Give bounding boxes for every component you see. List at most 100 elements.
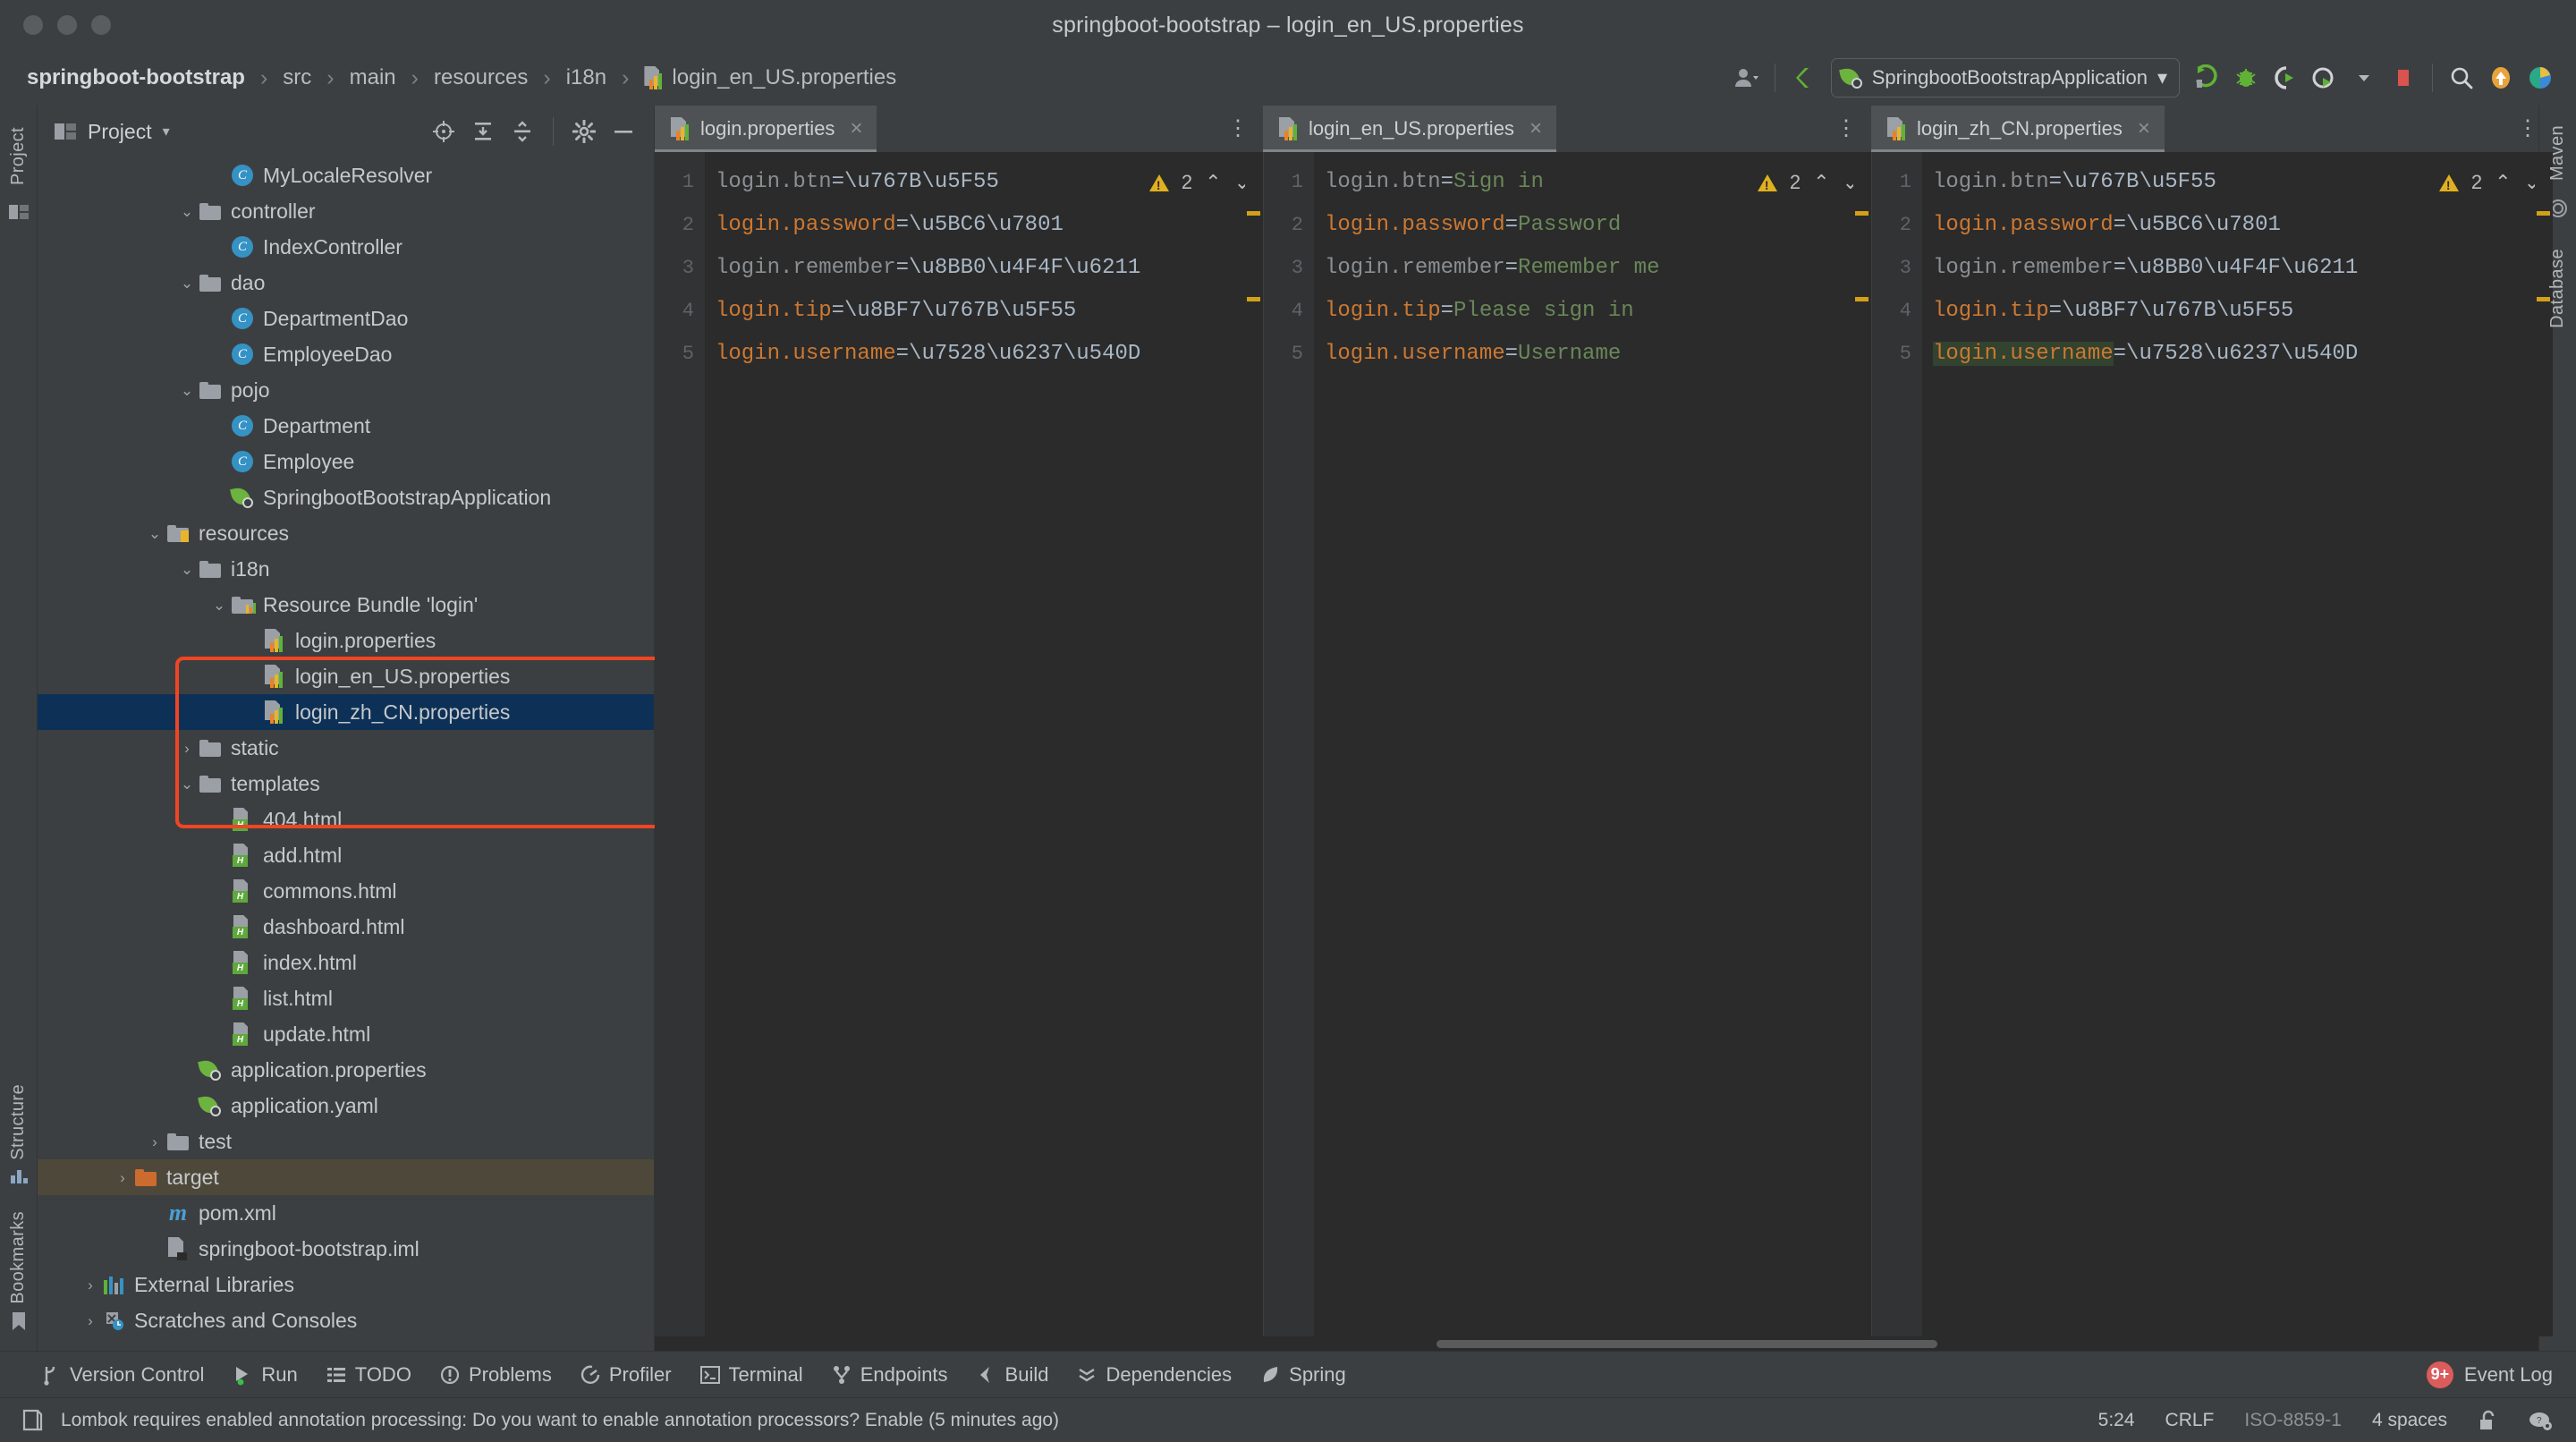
tree-row-department[interactable]: CDepartment: [38, 408, 654, 444]
tree-row-list-html[interactable]: Hlist.html: [38, 980, 654, 1016]
stop-icon[interactable]: [2384, 58, 2423, 98]
tree-row-springbootbootstrapapplication[interactable]: SpringbootBootstrapApplication: [38, 479, 654, 515]
close-icon[interactable]: ×: [850, 116, 862, 141]
tree-row-login-zh-cn-properties[interactable]: login_zh_CN.properties: [38, 694, 654, 730]
back-arrow-icon[interactable]: [1784, 58, 1824, 98]
chevron-down-icon[interactable]: ⌄: [175, 562, 199, 577]
code-line[interactable]: login.password=Password: [1325, 204, 1871, 247]
chevron-down-icon[interactable]: ⌄: [175, 383, 199, 398]
tree-row-mylocaleresolver[interactable]: CMyLocaleResolver: [38, 157, 654, 193]
help-cloud-icon[interactable]: ?: [2528, 1410, 2553, 1431]
editor-pane-3[interactable]: 12345login.btn=\u767B\u5F55login.passwor…: [1871, 152, 2553, 1336]
breadcrumb-item-file[interactable]: login_en_US.properties: [640, 65, 900, 90]
breadcrumb-item-i18n[interactable]: i18n: [563, 65, 610, 90]
user-account-icon[interactable]: [1726, 58, 1766, 98]
tree-row-employeedao[interactable]: CEmployeeDao: [38, 336, 654, 372]
tree-row-dashboard-html[interactable]: Hdashboard.html: [38, 909, 654, 945]
more-options-icon[interactable]: ⋮: [1227, 122, 1249, 137]
hide-panel-icon[interactable]: [606, 114, 641, 149]
chevron-right-icon[interactable]: ›: [79, 1313, 102, 1328]
breadcrumb-item-main[interactable]: main: [346, 65, 400, 90]
code-area-3[interactable]: 12345login.btn=\u767B\u5F55login.passwor…: [1872, 152, 2553, 1336]
tool-window-button-problems[interactable]: Problems: [426, 1356, 566, 1394]
coverage-icon[interactable]: [2266, 58, 2305, 98]
run-configuration-selector[interactable]: SpringbootBootstrapApplication ▾: [1831, 58, 2180, 98]
marker-stripe[interactable]: [1855, 297, 1868, 301]
breadcrumb[interactable]: springboot-bootstrap › src › main › reso…: [23, 65, 900, 91]
code-line[interactable]: login.tip=Please sign in: [1325, 290, 1871, 333]
marker-bar[interactable]: [1245, 152, 1263, 1336]
code-area-2[interactable]: 12345login.btn=Sign inlogin.password=Pas…: [1264, 152, 1871, 1336]
code-lines[interactable]: login.btn=\u767B\u5F55login.password=\u5…: [1922, 152, 2553, 1336]
marker-stripe[interactable]: [1247, 211, 1260, 216]
tool-window-button-spring[interactable]: Spring: [1246, 1356, 1360, 1394]
close-icon[interactable]: ×: [1530, 116, 1542, 141]
editor-pane-2[interactable]: 12345login.btn=Sign inlogin.password=Pas…: [1263, 152, 1871, 1336]
tree-row-target[interactable]: ›target: [38, 1159, 654, 1195]
rail-item-structure[interactable]: Structure: [8, 1084, 29, 1160]
tool-window-button-build[interactable]: Build: [962, 1356, 1063, 1394]
tree-row-scratches-and-consoles[interactable]: ›Scratches and Consoles: [38, 1302, 654, 1338]
bookmarks-rail-icon[interactable]: [10, 1311, 28, 1331]
breadcrumb-item-src[interactable]: src: [279, 65, 315, 90]
code-line[interactable]: login.username=\u7528\u6237\u540D: [1933, 333, 2553, 376]
tool-window-button-run[interactable]: Run: [218, 1356, 311, 1394]
more-options-icon[interactable]: ⋮: [1835, 122, 1857, 137]
code-line[interactable]: login.username=\u7528\u6237\u540D: [716, 333, 1263, 376]
chevron-right-icon[interactable]: ›: [175, 741, 199, 756]
tree-row-pojo[interactable]: ⌄pojo: [38, 372, 654, 408]
project-tree[interactable]: CMyLocaleResolver⌄controllerCIndexContro…: [38, 157, 654, 1351]
tool-window-button-dependencies[interactable]: Dependencies: [1063, 1356, 1246, 1394]
event-log-area[interactable]: 9+ Event Log: [2427, 1361, 2576, 1388]
code-lines[interactable]: login.btn=\u767B\u5F55login.password=\u5…: [705, 152, 1263, 1336]
tree-row-templates[interactable]: ⌄templates: [38, 766, 654, 802]
editor-tab-3[interactable]: login_zh_CN.properties×: [1871, 106, 2165, 152]
gear-icon[interactable]: [566, 114, 602, 149]
more-options-icon[interactable]: ⋮: [2517, 122, 2538, 137]
tree-row-pom-xml[interactable]: mpom.xml: [38, 1195, 654, 1231]
tree-row-resources[interactable]: ⌄resources: [38, 515, 654, 551]
tree-row-index-html[interactable]: Hindex.html: [38, 945, 654, 980]
marker-stripe[interactable]: [2537, 211, 2550, 216]
project-rail-icon[interactable]: [8, 201, 30, 221]
tree-row-test[interactable]: ›test: [38, 1124, 654, 1159]
code-line[interactable]: login.password=\u5BC6\u7801: [1933, 204, 2553, 247]
chevron-down-icon[interactable]: ▾: [163, 123, 170, 140]
tree-row-application-properties[interactable]: application.properties: [38, 1052, 654, 1088]
code-line[interactable]: login.username=Username: [1325, 333, 1871, 376]
scrollbar-thumb-pane-1[interactable]: [1436, 1340, 1937, 1348]
tree-row-404-html[interactable]: H404.html: [38, 802, 654, 837]
code-line[interactable]: login.remember=\u8BB0\u4F4F\u6211: [716, 247, 1263, 290]
ai-icon[interactable]: [2521, 58, 2560, 98]
editor-tab-1[interactable]: login.properties×: [655, 106, 877, 152]
marker-stripe[interactable]: [1855, 211, 1868, 216]
tool-window-button-profiler[interactable]: Profiler: [566, 1356, 686, 1394]
tree-row-i18n[interactable]: ⌄i18n: [38, 551, 654, 587]
expand-all-icon[interactable]: [465, 114, 501, 149]
marker-bar[interactable]: [1853, 152, 1871, 1336]
tree-row-add-html[interactable]: Hadd.html: [38, 837, 654, 873]
rail-item-database[interactable]: Database: [2547, 249, 2568, 328]
code-line[interactable]: login.password=\u5BC6\u7801: [716, 204, 1263, 247]
tool-window-button-version-control[interactable]: Version Control: [27, 1356, 218, 1394]
collapse-all-icon[interactable]: [504, 114, 540, 149]
tree-row-application-yaml[interactable]: application.yaml: [38, 1088, 654, 1124]
chevron-down-icon[interactable]: ⌄: [208, 598, 231, 613]
code-area-1[interactable]: 12345login.btn=\u767B\u5F55login.passwor…: [655, 152, 1263, 1336]
code-lines[interactable]: login.btn=Sign inlogin.password=Password…: [1314, 152, 1871, 1336]
code-line[interactable]: login.tip=\u8BF7\u767B\u5F55: [1933, 290, 2553, 333]
code-line[interactable]: login.tip=\u8BF7\u767B\u5F55: [716, 290, 1263, 333]
tool-window-button-terminal[interactable]: Terminal: [686, 1356, 818, 1394]
tool-window-button-endpoints[interactable]: Endpoints: [818, 1356, 962, 1394]
code-line[interactable]: login.remember=\u8BB0\u4F4F\u6211: [1933, 247, 2553, 290]
unlocked-padlock-icon[interactable]: [2478, 1410, 2497, 1431]
bug-icon[interactable]: [2226, 58, 2266, 98]
status-message[interactable]: Lombok requires enabled annotation proce…: [61, 1410, 1059, 1431]
line-separator[interactable]: CRLF: [2165, 1410, 2215, 1431]
marker-stripe[interactable]: [1247, 297, 1260, 301]
tree-row-static[interactable]: ›static: [38, 730, 654, 766]
chevron-down-icon[interactable]: ⌄: [175, 276, 199, 291]
file-encoding[interactable]: ISO-8859-1: [2244, 1410, 2342, 1431]
profiler-icon[interactable]: [2305, 58, 2344, 98]
tree-row-commons-html[interactable]: Hcommons.html: [38, 873, 654, 909]
